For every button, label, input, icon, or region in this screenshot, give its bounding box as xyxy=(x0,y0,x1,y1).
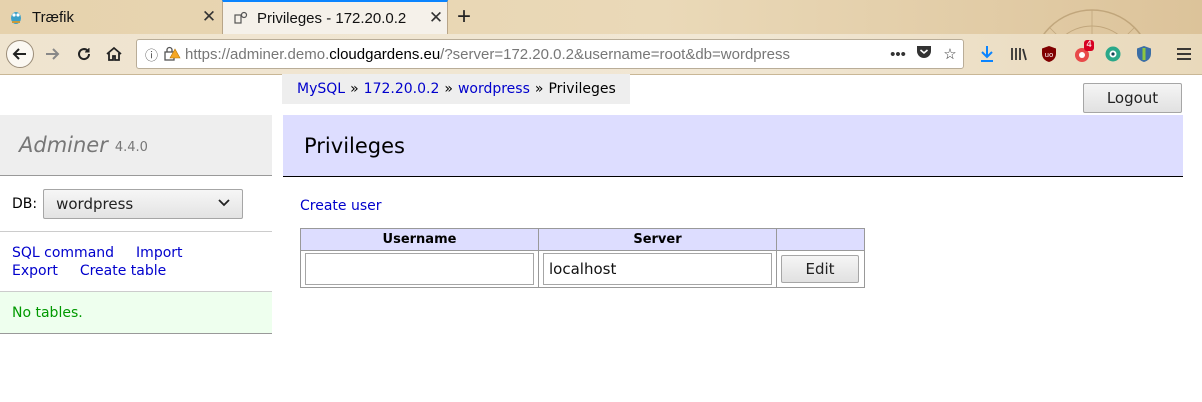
table-header-row: Username Server xyxy=(300,228,865,251)
breadcrumb-link-driver[interactable]: MySQL xyxy=(297,81,345,97)
app-version: 4.4.0 xyxy=(114,139,148,155)
sidebar-links: SQL command Import Export Create table xyxy=(0,232,272,292)
privileges-table: Username Server localhost Edit xyxy=(300,228,865,288)
sidebar: Adminer 4.4.0 DB: wordpress SQL command I… xyxy=(0,115,272,334)
username-input[interactable] xyxy=(305,253,534,285)
library-icon[interactable] xyxy=(1007,42,1031,66)
column-header-server: Server xyxy=(538,228,777,251)
breadcrumb-link-server[interactable]: 172.20.0.2 xyxy=(364,81,440,97)
breadcrumb: MySQL » 172.20.0.2 » wordpress » Privile… xyxy=(282,74,630,104)
edit-button[interactable]: Edit xyxy=(781,255,859,283)
column-header-action xyxy=(776,228,865,251)
back-arrow-icon xyxy=(12,48,26,60)
home-button[interactable] xyxy=(100,40,128,68)
breadcrumb-current: Privileges xyxy=(548,81,616,97)
download-icon[interactable] xyxy=(975,42,999,66)
navigation-bar: ⓘ https://adminer.demo.cloudgardens.eu/?… xyxy=(0,34,1202,75)
adminer-favicon xyxy=(233,10,249,26)
page-title: Privileges xyxy=(283,115,1183,177)
shield-extension-icon[interactable] xyxy=(1132,42,1156,66)
export-link[interactable]: Export xyxy=(12,263,58,279)
url-bar[interactable]: ⓘ https://adminer.demo.cloudgardens.eu/?… xyxy=(136,39,964,69)
no-tables-message: No tables. xyxy=(0,292,272,334)
new-tab-button[interactable]: + xyxy=(452,0,476,34)
hamburger-menu-icon[interactable] xyxy=(1172,42,1196,66)
breadcrumb-link-database[interactable]: wordpress xyxy=(458,81,530,97)
app-name-link[interactable]: Adminer xyxy=(19,133,108,157)
ublock-icon[interactable]: uo xyxy=(1037,42,1061,66)
insecure-lock-icon[interactable] xyxy=(163,45,185,64)
reload-button[interactable] xyxy=(70,40,98,68)
tab-title: Privileges - 172.20.0.2 xyxy=(257,9,407,27)
breadcrumb-separator: » xyxy=(444,81,453,97)
import-link[interactable]: Import xyxy=(136,245,182,261)
action-cell: Edit xyxy=(776,250,865,288)
breadcrumb-separator: » xyxy=(534,81,544,97)
svg-text:uo: uo xyxy=(1045,51,1054,59)
privacy-extension-icon[interactable]: 4 xyxy=(1070,40,1094,66)
create-table-link[interactable]: Create table xyxy=(80,263,166,279)
db-label: DB: xyxy=(12,195,38,212)
close-tab-icon[interactable]: ✕ xyxy=(198,7,220,27)
bookmark-star-icon[interactable]: ☆ xyxy=(937,45,963,63)
app-header: Adminer 4.4.0 xyxy=(0,115,272,176)
breadcrumb-separator: » xyxy=(350,81,359,97)
tab-privileges[interactable]: Privileges - 172.20.0.2 ✕ xyxy=(222,0,448,34)
back-button[interactable] xyxy=(6,40,34,68)
db-select[interactable]: wordpress xyxy=(43,188,244,219)
tab-title: Træfik xyxy=(32,8,74,26)
eye-extension-icon[interactable] xyxy=(1101,42,1125,66)
column-header-username: Username xyxy=(300,228,539,251)
tab-bar: Træfik ✕ Privileges - 172.20.0.2 ✕ + xyxy=(0,0,1202,72)
server-input[interactable]: localhost xyxy=(543,253,772,285)
table-row: localhost Edit xyxy=(300,250,865,288)
url-text[interactable]: https://adminer.demo.cloudgardens.eu/?se… xyxy=(185,46,885,63)
reload-icon xyxy=(78,48,91,61)
traefik-gopher-icon xyxy=(8,9,24,25)
home-icon xyxy=(106,46,122,61)
forward-arrow-icon xyxy=(46,48,60,60)
db-select-value: wordpress xyxy=(56,194,134,213)
db-selector-row: DB: wordpress xyxy=(0,176,272,232)
username-cell xyxy=(300,250,539,288)
info-icon[interactable]: ⓘ xyxy=(145,45,163,64)
sql-command-link[interactable]: SQL command xyxy=(12,245,114,261)
forward-button[interactable] xyxy=(38,40,66,68)
page-actions-icon[interactable]: ••• xyxy=(885,46,911,63)
logout-button[interactable]: Logout xyxy=(1083,83,1182,113)
tab-traefik[interactable]: Træfik ✕ xyxy=(0,0,220,34)
server-cell: localhost xyxy=(538,250,777,288)
create-user-link[interactable]: Create user xyxy=(300,198,382,214)
close-tab-icon[interactable]: ✕ xyxy=(425,8,447,28)
extension-badge: 4 xyxy=(1084,40,1094,51)
pocket-icon[interactable] xyxy=(911,45,937,63)
chevron-down-icon xyxy=(218,195,230,215)
